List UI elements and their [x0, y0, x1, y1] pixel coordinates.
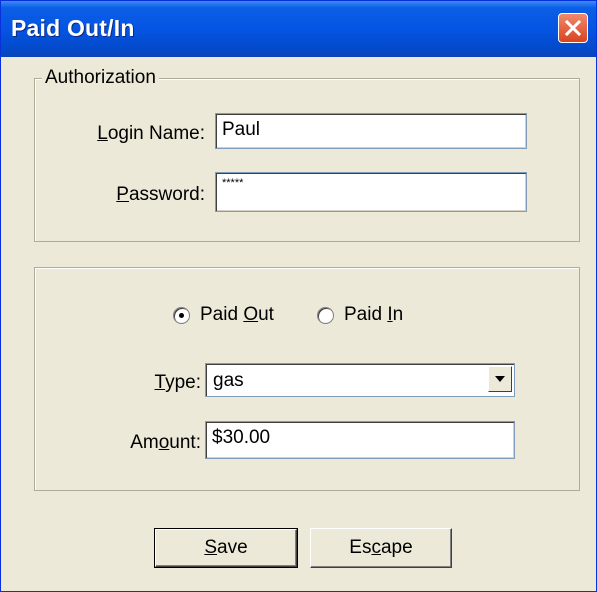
authorization-legend: Authorization [42, 67, 159, 89]
login-name-label: Login Name: [97, 123, 205, 144]
password-field[interactable]: ***** [215, 172, 527, 212]
paid-out-radio[interactable]: Paid Out [173, 304, 274, 326]
paid-in-radio[interactable]: Paid In [317, 304, 403, 326]
close-icon [565, 20, 581, 36]
window-title: Paid Out/In [11, 15, 135, 41]
paid-in-label: Paid In [344, 304, 404, 325]
chevron-down-icon [495, 376, 505, 382]
type-dropdown-value: gas [213, 370, 244, 391]
escape-button[interactable]: Es c ape [310, 528, 452, 568]
save-button[interactable]: Save [154, 528, 298, 568]
login-name-field[interactable]: Paul [215, 113, 527, 149]
type-dropdown-button[interactable] [488, 366, 512, 392]
type-label: Type: [154, 372, 201, 393]
paid-out-radio-circle [173, 306, 190, 324]
amount-label: Amount: [130, 432, 201, 453]
paid-in-radio-circle [317, 306, 334, 324]
authorization-group [34, 78, 580, 242]
password-label: Password: [116, 184, 205, 205]
type-dropdown[interactable]: gas [205, 363, 515, 397]
title-bar[interactable]: Paid Out/In [1, 1, 596, 57]
close-button[interactable] [558, 13, 588, 43]
paid-out-in-dialog: Paid Out/In Authorization Login Name: Pa… [0, 0, 597, 592]
paid-out-label: Paid Out [200, 304, 274, 325]
amount-field[interactable]: $30.00 [205, 421, 515, 459]
radio-selected-dot [179, 312, 184, 318]
